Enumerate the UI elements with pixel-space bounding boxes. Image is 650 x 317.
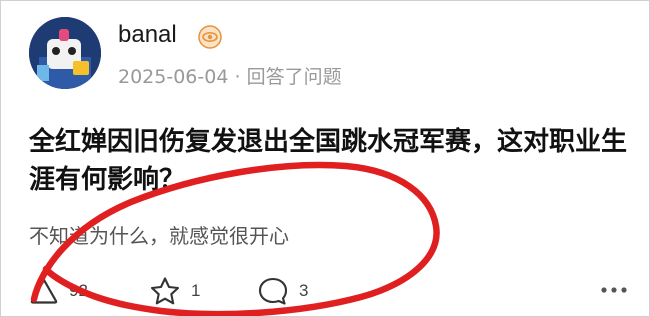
star-icon xyxy=(149,276,181,306)
favorite-count: 1 xyxy=(191,281,201,300)
comment-count: 3 xyxy=(299,281,309,300)
avatar-illustration xyxy=(29,17,101,89)
favorite-button[interactable]: 1 xyxy=(149,273,200,309)
avatar[interactable] xyxy=(29,17,101,89)
more-dots-icon[interactable] xyxy=(599,282,629,298)
comment-button[interactable]: 3 xyxy=(257,273,308,309)
answer-card[interactable]: banal 2025-06-04 · 回答了问题 全红婵因旧伤复发退出全国跳水冠… xyxy=(0,0,650,317)
answer-meta: 2025-06-04 · 回答了问题 xyxy=(118,68,342,87)
upvote-count: 92 xyxy=(69,281,88,300)
author-name[interactable]: banal xyxy=(118,23,177,47)
answer-date: 2025-06-04 xyxy=(118,66,229,88)
eye-badge-icon xyxy=(198,25,222,49)
meta-separator: · xyxy=(234,66,241,88)
answer-action: 回答了问题 xyxy=(246,66,342,88)
action-bar: 92 1 3 xyxy=(29,273,629,309)
answer-excerpt[interactable]: 不知道为什么，就感觉很开心 xyxy=(29,226,289,246)
upvote-button[interactable]: 92 xyxy=(29,273,88,309)
upvote-triangle-icon xyxy=(29,277,59,305)
question-title[interactable]: 全红婵因旧伤复发退出全国跳水冠军赛，这对职业生涯有何影响？ xyxy=(29,123,629,199)
comment-bubble-icon xyxy=(257,276,289,306)
